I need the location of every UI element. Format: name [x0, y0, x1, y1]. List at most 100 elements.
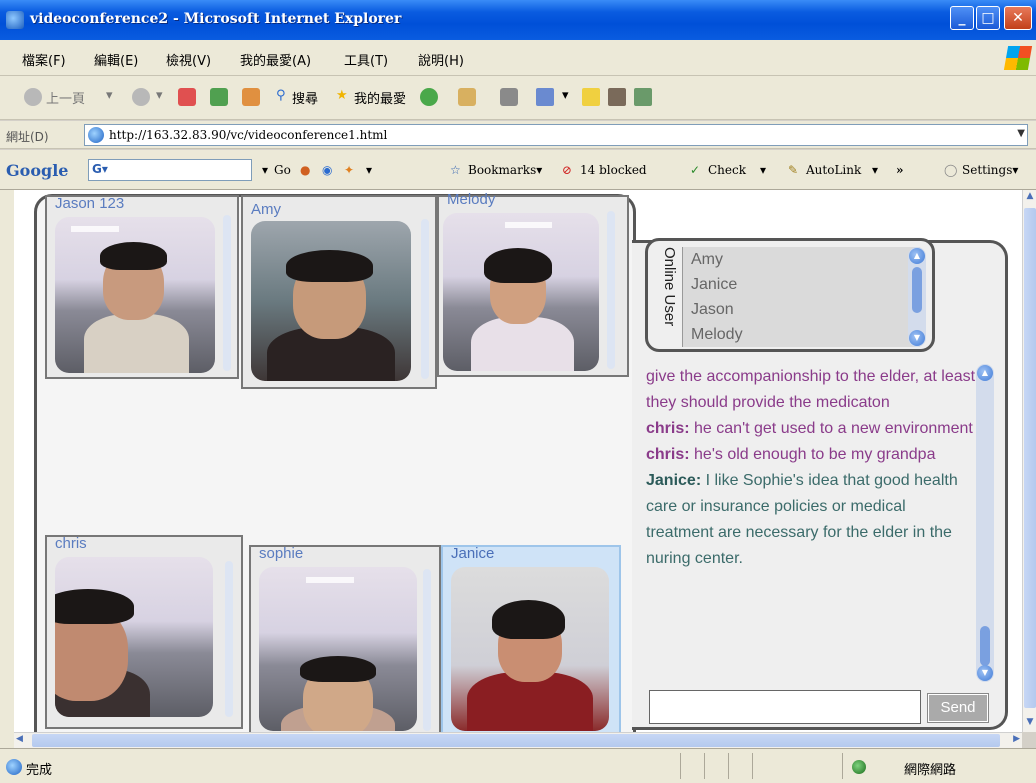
- window-title: videoconference2 - Microsoft Internet Ex…: [30, 11, 402, 27]
- chat-message-input[interactable]: [649, 690, 921, 724]
- video-feed: [251, 221, 411, 381]
- online-user[interactable]: Janice: [683, 272, 920, 297]
- video-tile-jason[interactable]: Jason 123: [45, 195, 239, 379]
- print-icon[interactable]: [500, 88, 518, 106]
- chat-log-scrollbar[interactable]: ▲ ▼: [976, 364, 994, 682]
- edit-dropdown-icon[interactable]: ▾: [562, 88, 569, 103]
- status-text: 完成: [26, 763, 53, 778]
- check-button[interactable]: Check: [708, 163, 746, 177]
- home-icon[interactable]: [242, 88, 260, 106]
- minimize-button[interactable]: _: [950, 6, 974, 30]
- autolink-button[interactable]: AutoLink: [806, 163, 861, 177]
- scroll-thumb[interactable]: [32, 734, 1000, 747]
- check-dropdown-icon[interactable]: ▾: [760, 163, 766, 177]
- menu-help[interactable]: 說明(H): [418, 50, 464, 69]
- messenger-icon[interactable]: [634, 88, 652, 106]
- scroll-up-icon[interactable]: ▲: [1024, 191, 1036, 205]
- send-button[interactable]: Send: [927, 693, 989, 723]
- refresh-icon[interactable]: [210, 88, 228, 106]
- pagerank-dropdown-icon[interactable]: ▾: [366, 163, 372, 177]
- tile-scrollbar[interactable]: [607, 211, 615, 369]
- menu-edit[interactable]: 編輯(E): [94, 50, 138, 69]
- scroll-up-icon[interactable]: ▲: [977, 365, 993, 381]
- online-users-scrollbar[interactable]: ▲ ▼: [908, 247, 926, 347]
- scroll-thumb[interactable]: [912, 267, 922, 313]
- address-dropdown-icon[interactable]: ▼: [1017, 128, 1025, 139]
- chat-text: he can't get used to a new environment: [689, 420, 973, 437]
- video-feed: [55, 557, 213, 717]
- tile-scrollbar[interactable]: [223, 215, 231, 371]
- research-icon[interactable]: [608, 88, 626, 106]
- notes-icon[interactable]: [582, 88, 600, 106]
- globe-icon[interactable]: ◉: [322, 163, 332, 177]
- forward-arrow-icon[interactable]: [132, 88, 150, 106]
- address-bar: 網址(D) http://163.32.83.90/vc/videoconfer…: [0, 121, 1036, 149]
- scroll-up-icon[interactable]: ▲: [909, 248, 925, 264]
- scroll-down-icon[interactable]: ▼: [977, 665, 993, 681]
- mail-icon[interactable]: [458, 88, 476, 106]
- scroll-down-icon[interactable]: ▼: [909, 330, 925, 346]
- back-arrow-icon: [24, 88, 42, 106]
- google-dropdown-icon[interactable]: ▾: [262, 163, 268, 177]
- tile-scrollbar[interactable]: [225, 561, 233, 717]
- ie-icon: [6, 11, 24, 29]
- standard-toolbar: 上一頁 ▾ ▾ ⚲ 搜尋 ★ 我的最愛 ▾: [0, 76, 1036, 120]
- tile-scrollbar[interactable]: [423, 569, 431, 731]
- menu-view[interactable]: 檢視(V): [166, 50, 211, 69]
- online-user[interactable]: Jason: [683, 297, 920, 322]
- media-icon[interactable]: [420, 88, 438, 106]
- chat-message: Janice: I like Sophie's idea that good h…: [646, 468, 976, 572]
- back-dropdown-icon[interactable]: ▾: [106, 88, 113, 103]
- scroll-right-icon[interactable]: ▶: [1013, 734, 1020, 744]
- video-tile-name: Melody: [447, 191, 496, 208]
- menu-favorites[interactable]: 我的最愛(A): [240, 50, 311, 69]
- video-tile-amy[interactable]: Amy: [241, 195, 437, 389]
- settings-label: Settings: [962, 163, 1013, 177]
- page-icon: [88, 127, 104, 143]
- address-input[interactable]: http://163.32.83.90/vc/videoconference1.…: [84, 124, 1028, 146]
- popup-blocker-icon: ⊘: [562, 163, 573, 177]
- online-user[interactable]: Melody: [683, 322, 920, 347]
- autolink-dropdown-icon[interactable]: ▾: [872, 163, 878, 177]
- google-go-button[interactable]: Go: [274, 163, 291, 177]
- stop-icon[interactable]: [178, 88, 196, 106]
- scroll-left-icon[interactable]: ◀: [16, 734, 23, 744]
- page-horizontal-scrollbar[interactable]: ◀ ▶: [14, 732, 1022, 748]
- settings-button[interactable]: Settings▾: [962, 163, 1018, 177]
- page-done-icon: [6, 759, 22, 775]
- tile-scrollbar[interactable]: [421, 219, 429, 379]
- address-label: 網址(D): [6, 130, 49, 144]
- menu-file[interactable]: 檔案(F): [22, 50, 66, 69]
- video-tile-janice[interactable]: Janice: [441, 545, 621, 732]
- search-button[interactable]: 搜尋: [292, 88, 318, 107]
- settings-icon: ◯: [944, 163, 958, 177]
- google-search-input[interactable]: G▾: [88, 159, 252, 181]
- chat-text: give the accompanionship to the elder, a…: [646, 368, 976, 411]
- pagerank-icon[interactable]: ✦: [344, 163, 354, 177]
- word-icon[interactable]: [536, 88, 554, 106]
- more-chevron-icon[interactable]: »: [896, 163, 904, 177]
- video-feed: [443, 213, 599, 371]
- favorites-star-icon: ★: [336, 88, 348, 103]
- forward-dropdown-icon[interactable]: ▾: [156, 88, 163, 103]
- video-tile-chris[interactable]: chris: [45, 535, 243, 729]
- scroll-thumb[interactable]: [1024, 208, 1036, 708]
- scroll-down-icon[interactable]: ▼: [1024, 717, 1036, 731]
- bookmarks-button[interactable]: Bookmarks▾: [468, 163, 542, 177]
- status-divider: [704, 753, 705, 779]
- scroll-thumb[interactable]: [980, 626, 990, 666]
- close-button[interactable]: ✕: [1004, 6, 1032, 30]
- page-vertical-scrollbar[interactable]: ▲ ▼: [1022, 190, 1036, 732]
- online-users-list[interactable]: Amy Janice Jason Melody: [682, 247, 920, 347]
- news-icon[interactable]: ●: [300, 163, 310, 177]
- video-tile-sophie[interactable]: sophie: [249, 545, 441, 732]
- maximize-button[interactable]: □: [976, 6, 1000, 30]
- menu-tools[interactable]: 工具(T): [344, 50, 388, 69]
- video-tile-name: Jason 123: [55, 195, 125, 212]
- online-user[interactable]: Amy: [683, 247, 920, 272]
- google-g-icon: G▾: [92, 162, 108, 176]
- back-button[interactable]: 上一頁: [46, 88, 85, 107]
- favorites-button[interactable]: 我的最愛: [354, 88, 406, 107]
- video-tile-melody[interactable]: Melody: [437, 191, 629, 377]
- popup-blocked-count[interactable]: 14 blocked: [580, 163, 647, 177]
